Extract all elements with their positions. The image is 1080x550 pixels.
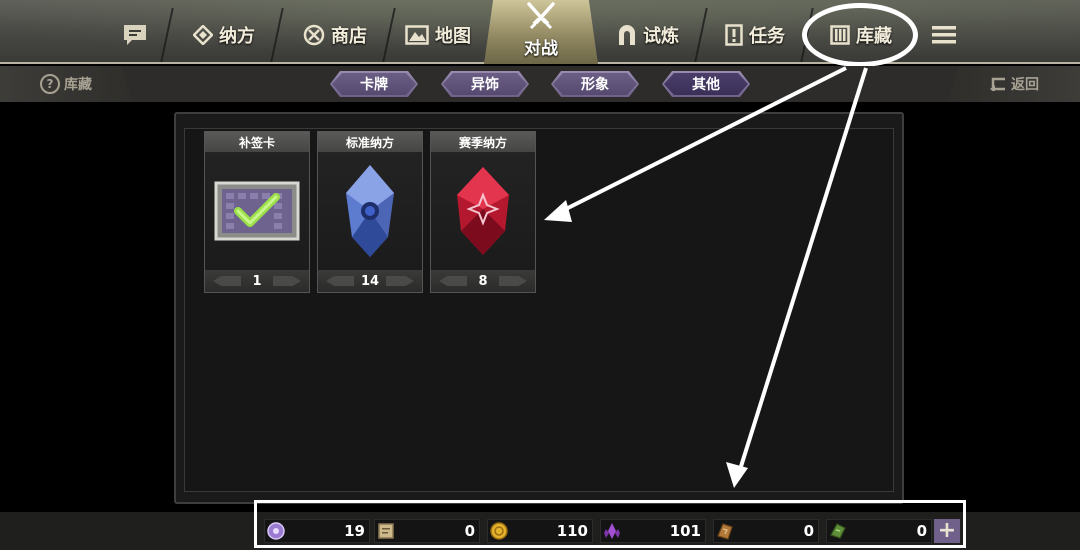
item-title: 补签卡 [205,132,309,152]
crossed-swords-icon [527,2,555,30]
tab-label: 对战 [524,39,558,59]
tab-label: 商店 [331,26,367,47]
tab-map[interactable]: 地图 [398,12,478,58]
pill-label: 形象 [581,77,609,93]
arch-icon [619,25,635,45]
shop-icon [303,24,325,46]
back-label: 返回 [1011,77,1039,93]
item-card[interactable]: 补签卡 1 [204,131,310,293]
checkin-card-icon [214,181,300,241]
help-collection-button[interactable]: ? 库藏 [0,66,132,102]
tab-quest[interactable]: 任务 [714,12,796,58]
item-card[interactable]: 赛季纳方 8 [430,131,536,293]
tab-trial[interactable]: 试炼 [608,12,688,58]
tab-battle[interactable]: 对战 [484,0,598,64]
pill-label: 其他 [692,77,720,93]
tab-other[interactable]: 其他 [662,71,750,97]
item-image [431,152,535,270]
tab-shop[interactable]: 商店 [290,12,380,58]
quest-icon [725,24,743,46]
diamond-icon [193,25,213,45]
tab-cards[interactable]: 卡牌 [330,71,418,97]
item-title: 标准纳方 [318,132,422,152]
top-nav: 纳方 商店 地图 对战 试炼 任务 库藏 [0,0,1080,64]
help-label: 库藏 [64,77,92,93]
message-icon [124,25,146,45]
item-image [205,152,309,270]
item-count: 1 [205,270,309,292]
question-icon: ? [40,74,60,94]
pill-label: 异饰 [471,77,499,93]
menu-button[interactable] [924,12,964,58]
item-image [318,152,422,270]
tab-label: 试炼 [643,26,679,47]
red-crystal-icon [457,167,509,255]
tab-decorations[interactable]: 异饰 [441,71,529,97]
annotation-highlight-ellipse [802,3,918,67]
blue-crystal-icon [346,165,394,257]
item-title: 赛季纳方 [431,132,535,152]
item-card[interactable]: 标准纳方 14 [317,131,423,293]
pill-label: 卡牌 [360,77,388,93]
tab-label: 地图 [435,26,471,47]
back-button[interactable]: 返回 [948,66,1080,102]
item-count: 8 [431,270,535,292]
message-button[interactable] [112,12,158,58]
tab-label: 纳方 [219,26,255,47]
back-arrow-icon [990,77,1005,91]
tab-appearance[interactable]: 形象 [551,71,639,97]
tab-label: 任务 [749,26,785,47]
item-count: 14 [318,270,422,292]
map-icon [405,25,429,45]
sub-bar: ? 库藏 卡牌 异饰 形象 其他 返回 [0,66,1080,102]
annotation-highlight-box [254,500,966,548]
tab-nafang[interactable]: 纳方 [180,12,268,58]
hamburger-icon [932,26,956,44]
